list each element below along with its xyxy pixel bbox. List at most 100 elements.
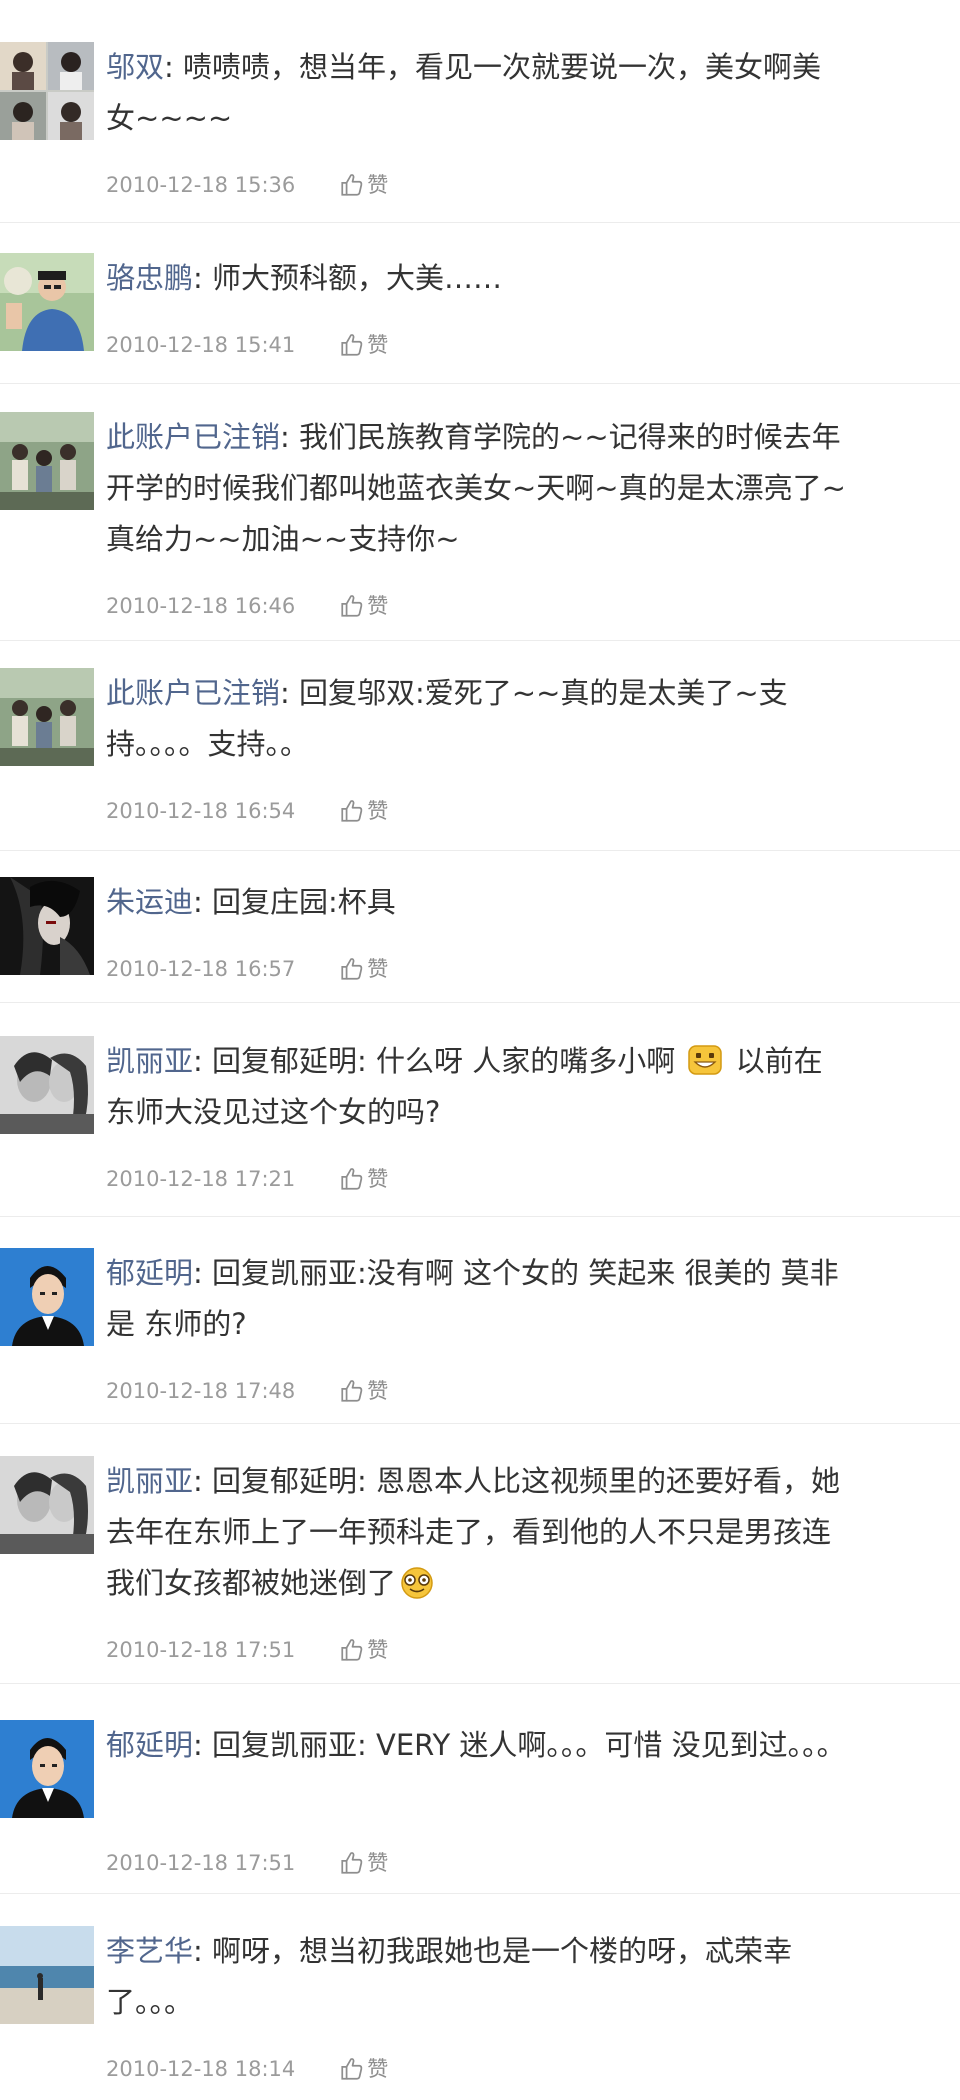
comment-meta: 2010-12-18 17:51 赞 bbox=[106, 1633, 388, 1667]
thumbs-up-icon bbox=[339, 332, 365, 358]
comment-text: 郁延明: 回复凯丽亚:没有啊 这个女的 笑起来 很美的 莫非是 东师的? bbox=[106, 1248, 846, 1350]
username-separator: : bbox=[193, 1934, 203, 1968]
comment-meta: 2010-12-18 17:48 赞 bbox=[106, 1374, 388, 1408]
comment-divider bbox=[0, 850, 960, 851]
like-label: 赞 bbox=[367, 1379, 389, 1403]
comment-body: 回复凯丽亚:没有啊 这个女的 笑起来 很美的 莫非是 东师的? bbox=[106, 1256, 839, 1341]
like-button[interactable]: 赞 bbox=[339, 952, 388, 986]
comment-text: 李艺华: 啊呀，想当初我跟她也是一个楼的呀，忒荣幸了。。。 bbox=[106, 1926, 846, 2028]
thumbs-up-icon bbox=[339, 593, 365, 619]
comment-timestamp: 2010-12-18 17:48 bbox=[106, 1379, 296, 1403]
username-link[interactable]: 邬双 bbox=[106, 50, 164, 84]
thumbs-up-icon bbox=[339, 1166, 365, 1192]
thumbs-up-icon bbox=[339, 1637, 365, 1663]
like-button[interactable]: 赞 bbox=[339, 1162, 388, 1196]
comment-meta: 2010-12-18 16:57 赞 bbox=[106, 952, 388, 986]
comment-body: 师大预科额，大美…… bbox=[202, 261, 503, 295]
like-button[interactable]: 赞 bbox=[339, 2052, 388, 2086]
username-separator: : bbox=[280, 676, 290, 710]
like-label: 赞 bbox=[367, 1851, 389, 1875]
comment-body: 回复郁延明: 恩恩本人比这视频里的还要好看，她去年在东师上了一年预科走了，看到他… bbox=[106, 1464, 841, 1600]
user-avatar[interactable] bbox=[0, 1248, 94, 1346]
comment-timestamp: 2010-12-18 17:51 bbox=[106, 1638, 296, 1662]
like-button[interactable]: 赞 bbox=[339, 1633, 388, 1667]
user-avatar[interactable] bbox=[0, 1926, 94, 2024]
like-label: 赞 bbox=[367, 333, 389, 357]
comment-feed: 邬双: 啧啧啧，想当年，看见一次就要说一次，美女啊美女~~~~ 2010-12-1… bbox=[0, 0, 960, 2100]
username-separator: : bbox=[193, 261, 203, 295]
comment-meta: 2010-12-18 16:54 赞 bbox=[106, 794, 388, 828]
username-link[interactable]: 凯丽亚 bbox=[106, 1464, 193, 1498]
like-label: 赞 bbox=[367, 173, 389, 197]
comment-text: 朱运迪: 回复庄园:杯具 bbox=[106, 877, 846, 928]
dizzy-emoji bbox=[398, 1565, 436, 1599]
like-button[interactable]: 赞 bbox=[339, 589, 388, 623]
username-link[interactable]: 骆忠鹏 bbox=[106, 261, 193, 295]
like-button[interactable]: 赞 bbox=[339, 1846, 388, 1880]
comment-meta: 2010-12-18 16:46 赞 bbox=[106, 589, 388, 623]
grin-emoji bbox=[686, 1043, 724, 1077]
comment-body: 啧啧啧，想当年，看见一次就要说一次，美女啊美女~~~~ bbox=[106, 50, 822, 135]
username-link[interactable]: 朱运迪 bbox=[106, 885, 193, 919]
comment-text: 郁延明: 回复凯丽亚: VERY 迷人啊。。。可惜 没见到过。。。 bbox=[106, 1720, 846, 1771]
user-avatar[interactable] bbox=[0, 253, 94, 351]
comment-text: 骆忠鹏: 师大预科额，大美…… bbox=[106, 253, 846, 304]
username-link[interactable]: 凯丽亚 bbox=[106, 1044, 193, 1078]
comment-timestamp: 2010-12-18 18:14 bbox=[106, 2057, 296, 2081]
comment-text: 此账户已注销: 我们民族教育学院的~~记得来的时候去年开学的时候我们都叫她蓝衣美… bbox=[106, 412, 846, 565]
like-label: 赞 bbox=[367, 594, 389, 618]
comment-timestamp: 2010-12-18 15:41 bbox=[106, 333, 296, 357]
username-separator: : bbox=[280, 420, 290, 454]
comment-text: 此账户已注销: 回复邬双:爱死了~~真的是太美了~支持。。。。支持。。 bbox=[106, 668, 846, 770]
user-avatar[interactable] bbox=[0, 1036, 94, 1134]
username-link[interactable]: 此账户已注销 bbox=[106, 676, 280, 710]
comment-divider bbox=[0, 383, 960, 384]
user-avatar[interactable] bbox=[0, 1456, 94, 1554]
like-button[interactable]: 赞 bbox=[339, 1374, 388, 1408]
username-separator: : bbox=[193, 1256, 203, 1290]
comment-divider bbox=[0, 640, 960, 641]
username-separator: : bbox=[193, 1464, 203, 1498]
comment-divider bbox=[0, 1683, 960, 1684]
user-avatar[interactable] bbox=[0, 668, 94, 766]
username-link[interactable]: 郁延明 bbox=[106, 1256, 193, 1290]
comment-body: 回复郁延明: 什么呀 人家的嘴多小啊 bbox=[202, 1044, 685, 1078]
comment-divider bbox=[0, 222, 960, 223]
thumbs-up-icon bbox=[339, 956, 365, 982]
user-avatar[interactable] bbox=[0, 42, 94, 140]
comment-meta: 2010-12-18 17:21 赞 bbox=[106, 1162, 388, 1196]
comment-timestamp: 2010-12-18 15:36 bbox=[106, 173, 296, 197]
comment-meta: 2010-12-18 15:36 赞 bbox=[106, 168, 388, 202]
thumbs-up-icon bbox=[339, 2056, 365, 2082]
user-avatar[interactable] bbox=[0, 877, 94, 975]
like-button[interactable]: 赞 bbox=[339, 794, 388, 828]
comment-timestamp: 2010-12-18 16:57 bbox=[106, 957, 296, 981]
comment-timestamp: 2010-12-18 17:21 bbox=[106, 1167, 296, 1191]
like-label: 赞 bbox=[367, 1638, 389, 1662]
username-separator: : bbox=[164, 50, 174, 84]
comment-divider bbox=[0, 1893, 960, 1894]
comment-body: 啊呀，想当初我跟她也是一个楼的呀，忒荣幸了。。。 bbox=[106, 1934, 793, 2019]
thumbs-up-icon bbox=[339, 1850, 365, 1876]
user-avatar[interactable] bbox=[0, 412, 94, 510]
username-separator: : bbox=[193, 1044, 203, 1078]
comment-text: 凯丽亚: 回复郁延明: 什么呀 人家的嘴多小啊 以前在东师大没见过这个女的吗? bbox=[106, 1036, 846, 1138]
username-link[interactable]: 郁延明 bbox=[106, 1728, 193, 1762]
like-label: 赞 bbox=[367, 957, 389, 981]
username-link[interactable]: 此账户已注销 bbox=[106, 420, 280, 454]
comment-divider bbox=[0, 1216, 960, 1217]
comment-timestamp: 2010-12-18 17:51 bbox=[106, 1851, 296, 1875]
thumbs-up-icon bbox=[339, 172, 365, 198]
comment-meta: 2010-12-18 15:41 赞 bbox=[106, 328, 388, 362]
username-link[interactable]: 李艺华 bbox=[106, 1934, 193, 1968]
comment-text: 凯丽亚: 回复郁延明: 恩恩本人比这视频里的还要好看，她去年在东师上了一年预科走… bbox=[106, 1456, 846, 1609]
comment-timestamp: 2010-12-18 16:54 bbox=[106, 799, 296, 823]
like-label: 赞 bbox=[367, 2057, 389, 2081]
like-button[interactable]: 赞 bbox=[339, 168, 388, 202]
comment-body: 回复庄园:杯具 bbox=[202, 885, 396, 919]
like-button[interactable]: 赞 bbox=[339, 328, 388, 362]
username-separator: : bbox=[193, 1728, 203, 1762]
user-avatar[interactable] bbox=[0, 1720, 94, 1818]
like-label: 赞 bbox=[367, 799, 389, 823]
comment-divider bbox=[0, 1423, 960, 1424]
